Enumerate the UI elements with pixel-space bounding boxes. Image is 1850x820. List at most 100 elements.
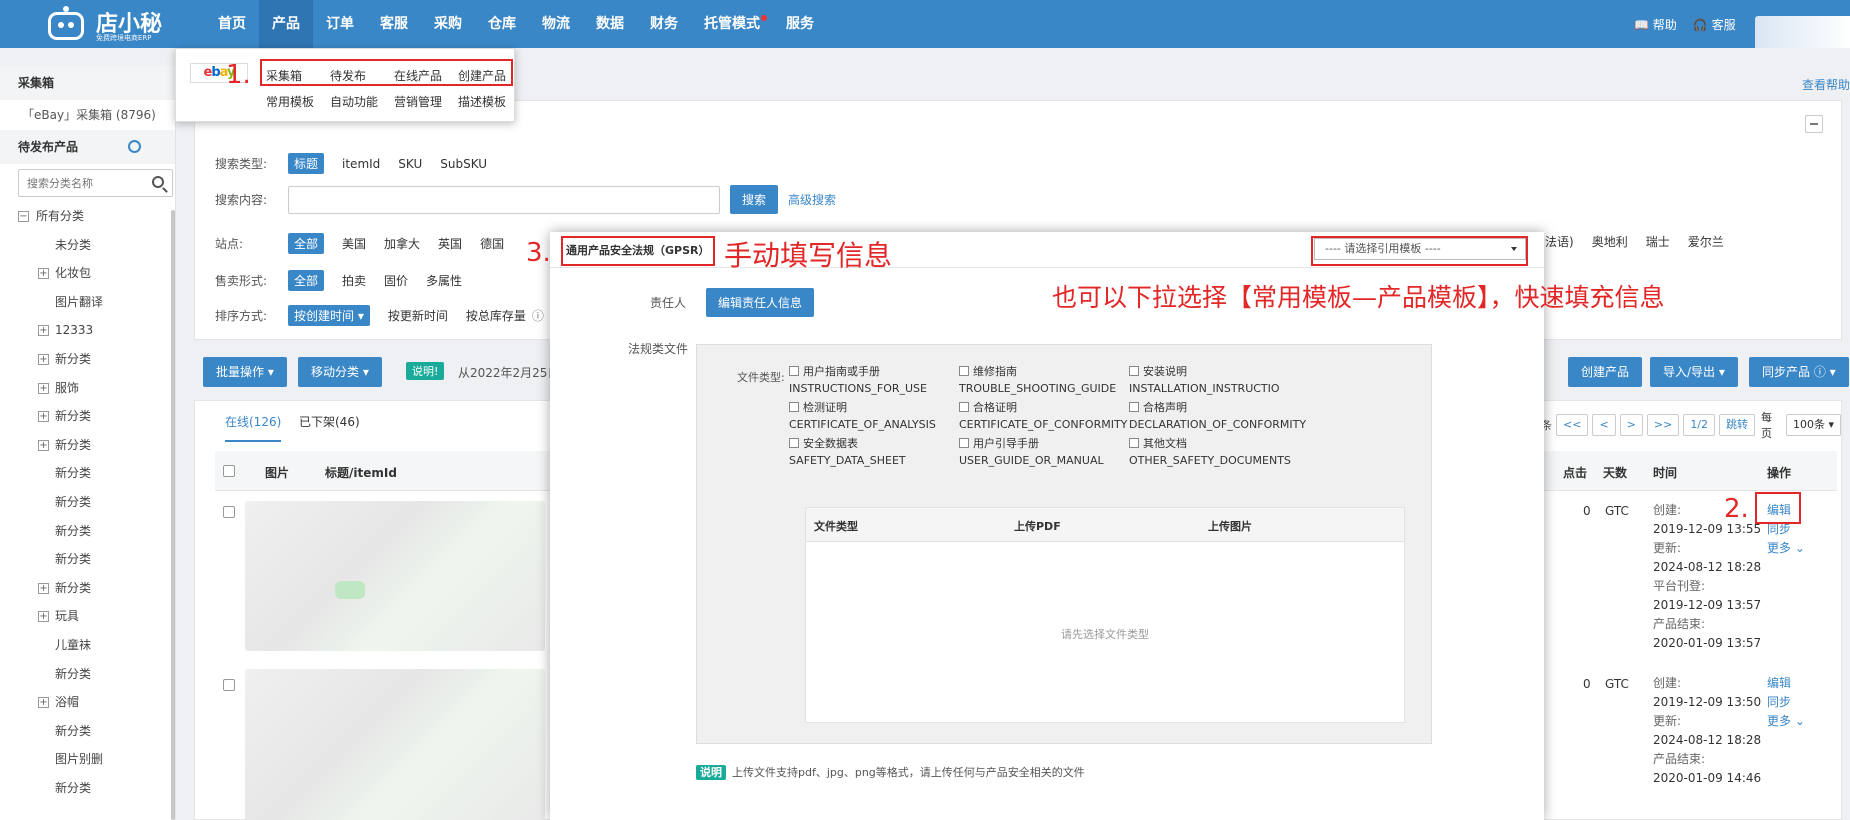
pager-next[interactable]: > <box>1619 414 1643 436</box>
tree-item[interactable]: 新分类 <box>0 488 175 517</box>
tree-item[interactable]: 未分类 <box>0 231 175 260</box>
checkbox[interactable] <box>959 366 969 376</box>
tree-item[interactable]: + 新分类 <box>0 431 175 460</box>
search-type-title[interactable]: 标题 <box>288 153 325 174</box>
menu-common-templates[interactable]: 常用模板 <box>266 93 314 110</box>
nav-product[interactable]: 产品 <box>259 0 313 48</box>
edit-link[interactable]: 编辑 <box>1767 674 1805 693</box>
tree-item[interactable]: + 服饰 <box>0 374 175 403</box>
sort-created[interactable]: 按创建时间 ▾ <box>288 305 370 326</box>
tree-item[interactable]: +12333 <box>0 316 175 345</box>
move-category-button[interactable]: 移动分类 ▾ <box>298 357 382 387</box>
nav-data[interactable]: 数据 <box>583 0 637 48</box>
checkbox[interactable] <box>789 438 799 448</box>
expand-icon[interactable]: + <box>38 382 49 394</box>
tree-item[interactable]: 儿童袜 <box>0 631 175 660</box>
nav-customer-service[interactable]: 客服 <box>367 0 421 48</box>
view-help-link[interactable]: 查看帮助 <box>1802 76 1850 93</box>
sale-fixed[interactable]: 固价 <box>384 272 408 289</box>
tree-item[interactable]: 新分类 <box>0 459 175 488</box>
expand-icon[interactable]: + <box>38 268 49 280</box>
site-uk[interactable]: 英国 <box>438 235 462 252</box>
edit-responsible-button[interactable]: 编辑责任人信息 <box>706 288 815 317</box>
file-type-option[interactable]: 安全数据表 SAFETY_DATA_SHEET <box>789 435 906 469</box>
search-content-input[interactable] <box>288 185 720 214</box>
expand-icon[interactable]: + <box>38 611 49 623</box>
tree-item[interactable]: + 玩具 <box>0 602 175 631</box>
site-all[interactable]: 全部 <box>288 233 325 254</box>
file-type-option[interactable]: 用户指南或手册 INSTRUCTIONS_FOR_USE <box>789 363 927 397</box>
gear-icon[interactable] <box>128 140 141 153</box>
expand-icon[interactable]: + <box>38 325 49 337</box>
nav-service[interactable]: 服务 <box>773 0 827 48</box>
site-de[interactable]: 德国 <box>480 235 504 252</box>
pager-prev[interactable]: < <box>1592 414 1616 436</box>
file-type-option[interactable]: 维修指南 TROUBLE_SHOOTING_GUIDE <box>959 363 1116 397</box>
sale-variation[interactable]: 多属性 <box>426 272 462 289</box>
more-link[interactable]: 更多 ⌄ <box>1767 712 1805 731</box>
tree-item[interactable]: − 所有分类 <box>0 202 175 231</box>
tree-item[interactable]: + 新分类 <box>0 345 175 374</box>
sort-updated[interactable]: 按更新时间 <box>388 307 448 324</box>
tree-item[interactable]: + 化妆包 <box>0 259 175 288</box>
checkbox[interactable] <box>1129 366 1139 376</box>
select-all-checkbox[interactable] <box>223 465 235 477</box>
import-export-button[interactable]: 导入/导出 ▾ <box>1650 357 1738 387</box>
tree-item[interactable]: 新分类 <box>0 660 175 689</box>
tree-item[interactable]: 新分类 <box>0 717 175 746</box>
site-us[interactable]: 美国 <box>342 235 366 252</box>
expand-icon[interactable]: + <box>38 353 49 365</box>
checkbox[interactable] <box>959 438 969 448</box>
sidebar-scrollbar[interactable] <box>171 210 175 820</box>
question-icon[interactable]: ⓘ <box>532 307 544 324</box>
search-type-sku[interactable]: SKU <box>398 157 422 171</box>
category-search-input[interactable] <box>19 170 139 196</box>
sale-auction[interactable]: 拍卖 <box>342 272 366 289</box>
checkbox[interactable] <box>1129 438 1139 448</box>
nav-hosting-wrap[interactable]: 托管模式 <box>691 0 773 48</box>
nav-home[interactable]: 首页 <box>205 0 259 48</box>
create-product-button[interactable]: 创建产品 <box>1568 357 1643 387</box>
tree-item[interactable]: 新分类 <box>0 517 175 546</box>
file-type-option[interactable]: 安装说明 INSTALLATION_INSTRUCTIO <box>1129 363 1280 397</box>
nav-warehouse[interactable]: 仓库 <box>475 0 529 48</box>
tab-offline[interactable]: 已下架(46) <box>299 413 360 430</box>
file-type-option[interactable]: 检测证明 CERTIFICATE_OF_ANALYSIS <box>789 399 936 433</box>
search-icon[interactable] <box>152 176 164 188</box>
row-checkbox[interactable] <box>223 506 235 518</box>
service-link[interactable]: 🎧 客服 <box>1693 16 1736 33</box>
nav-purchase[interactable]: 采购 <box>421 0 475 48</box>
logo[interactable]: 店小秘 免费跨境电商ERP <box>44 4 162 44</box>
site-ch[interactable]: 瑞士 <box>1646 233 1670 250</box>
sale-all[interactable]: 全部 <box>288 270 325 291</box>
sync-link[interactable]: 同步 <box>1767 693 1805 712</box>
search-type-itemid[interactable]: itemId <box>342 157 380 171</box>
file-type-option[interactable]: 用户引导手册 USER_GUIDE_OR_MANUAL <box>959 435 1104 469</box>
menu-description-templates[interactable]: 描述模板 <box>458 93 506 110</box>
help-link[interactable]: 📖 帮助 <box>1634 16 1677 33</box>
tree-item[interactable]: 新分类 <box>0 774 175 803</box>
site-fr-partial[interactable]: 法语) <box>1545 233 1574 250</box>
sync-products-button[interactable]: 同步产品 ⓘ ▾ <box>1749 357 1849 387</box>
checkbox[interactable] <box>789 366 799 376</box>
search-button[interactable]: 搜索 <box>730 185 779 214</box>
expand-icon[interactable]: + <box>38 697 49 709</box>
pager-per-select[interactable]: 100条 ▾ <box>1785 414 1841 436</box>
pager-jump[interactable]: 跳转 <box>1719 414 1756 436</box>
search-type-subsku[interactable]: SubSKU <box>440 157 487 171</box>
file-type-option[interactable]: 合格声明 DECLARATION_OF_CONFORMITY <box>1129 399 1306 433</box>
advanced-search-link[interactable]: 高级搜索 <box>788 191 836 208</box>
expand-icon[interactable]: + <box>38 582 49 594</box>
row-checkbox[interactable] <box>223 679 235 691</box>
sidebar-item-ebay-collect[interactable]: 「eBay」采集箱 (8796) <box>0 100 175 130</box>
tab-online[interactable]: 在线(126) <box>225 413 282 442</box>
collapse-tree-icon[interactable]: − <box>18 211 29 222</box>
file-type-option[interactable]: 其他文档 OTHER_SAFETY_DOCUMENTS <box>1129 435 1291 469</box>
tree-item[interactable]: 图片翻译 <box>0 288 175 317</box>
site-at[interactable]: 奥地利 <box>1592 233 1628 250</box>
tree-item[interactable]: 图片别删 <box>0 745 175 774</box>
more-link[interactable]: 更多 ⌄ <box>1767 539 1805 558</box>
batch-actions-button[interactable]: 批量操作 ▾ <box>203 357 287 387</box>
pager-last[interactable]: >> <box>1646 414 1680 436</box>
nav-finance[interactable]: 财务 <box>637 0 691 48</box>
